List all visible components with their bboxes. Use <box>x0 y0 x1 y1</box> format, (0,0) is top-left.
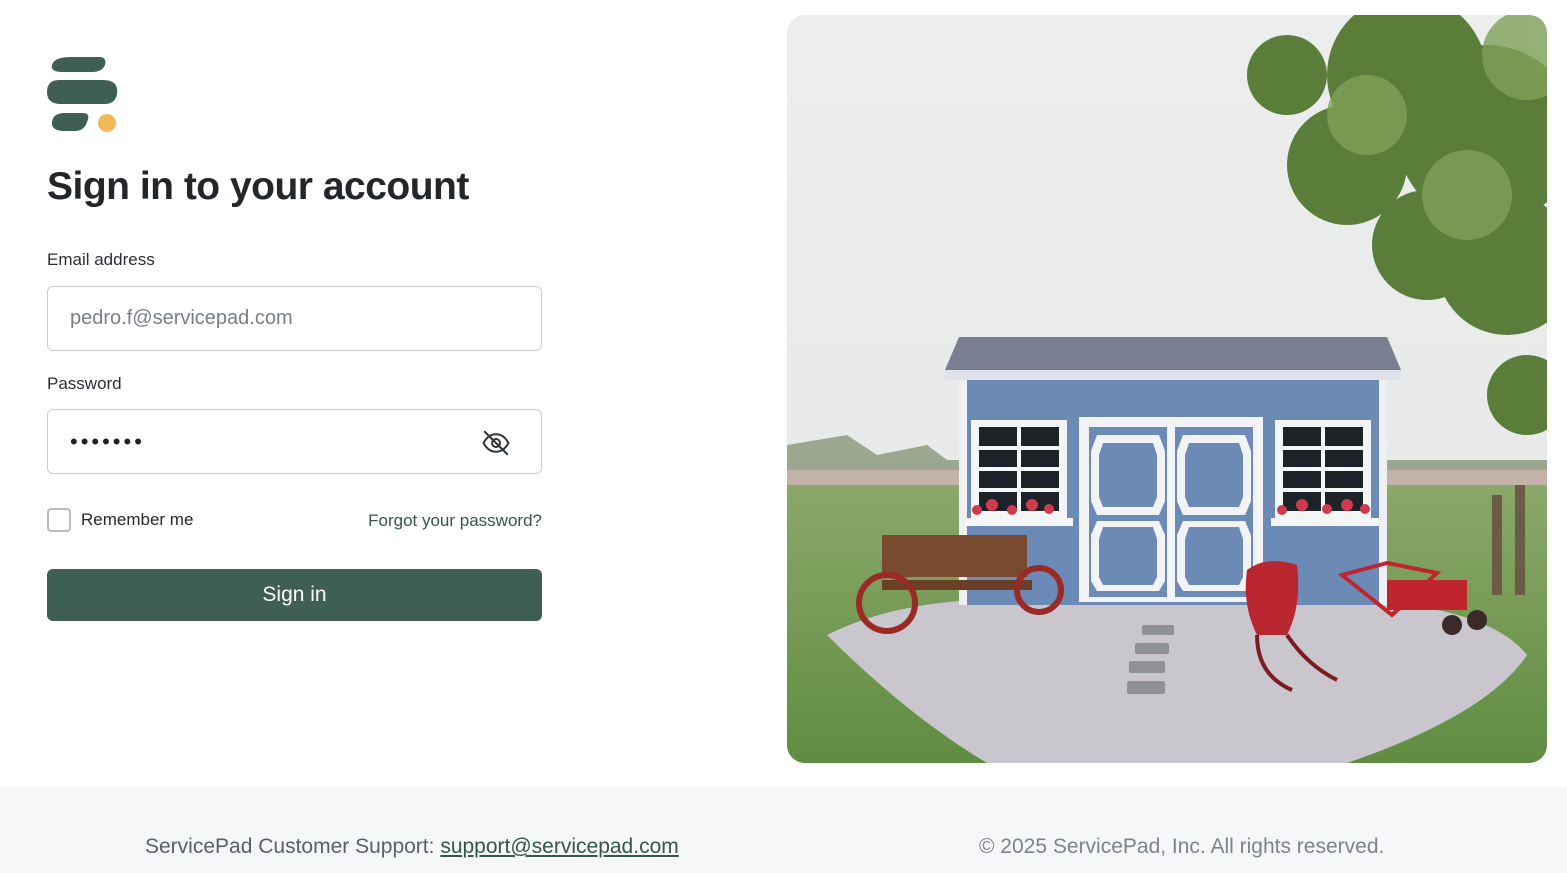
remember-me[interactable]: Remember me <box>47 508 193 532</box>
remember-me-label: Remember me <box>81 510 194 529</box>
hero-image <box>787 15 1547 763</box>
sign-in-button[interactable]: Sign in <box>47 569 542 621</box>
email-label: Email address <box>47 250 155 269</box>
email-field-wrapper <box>47 286 542 351</box>
email-field[interactable] <box>48 287 541 350</box>
page-title: Sign in to your account <box>47 165 469 208</box>
password-field[interactable] <box>48 410 541 473</box>
brand-logo <box>47 57 118 132</box>
remember-me-checkbox[interactable] <box>47 508 71 532</box>
password-field-wrapper <box>47 409 542 474</box>
support-label: ServicePad Customer Support: <box>145 835 435 858</box>
copyright-text: © 2025 ServicePad, Inc. All rights reser… <box>979 835 1385 858</box>
password-label: Password <box>47 374 122 393</box>
support-text: ServicePad Customer Support: support@ser… <box>145 835 679 859</box>
eye-off-icon[interactable] <box>481 428 511 458</box>
footer: ServicePad Customer Support: support@ser… <box>0 787 1567 873</box>
forgot-password-link[interactable]: Forgot your password? <box>368 511 542 531</box>
support-email-link[interactable]: support@servicepad.com <box>440 835 678 858</box>
